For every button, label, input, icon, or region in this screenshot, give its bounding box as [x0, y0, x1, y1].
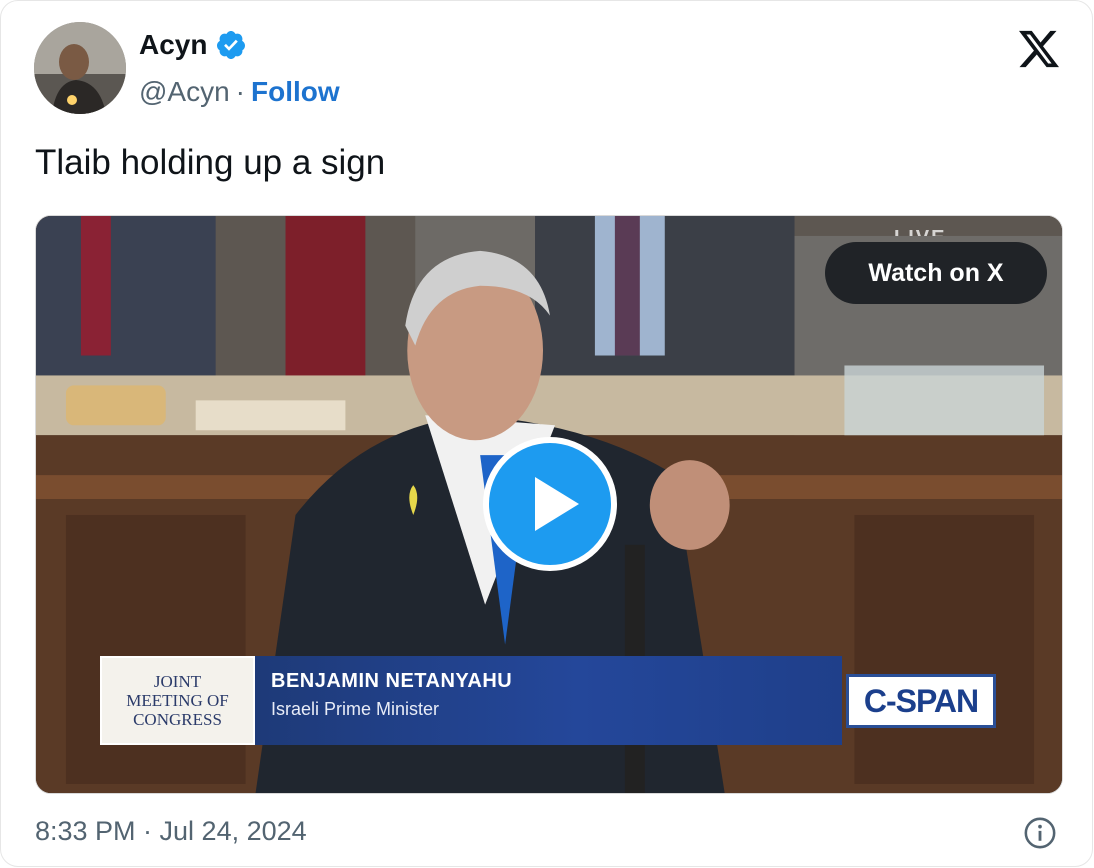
chyron-speaker-title: Israeli Prime Minister [271, 699, 440, 719]
chyron-nameplate: BENJAMIN NETANYAHU Israeli Prime Ministe… [255, 656, 842, 745]
live-badge: LIVE [894, 224, 946, 236]
chyron-event-line: CONGRESS [133, 710, 222, 729]
video-player[interactable]: LIVE Watch on X JOINT MEETING OF CONGRES… [35, 215, 1063, 794]
author-display-name[interactable]: Acyn [139, 29, 207, 61]
x-logo-icon[interactable] [1016, 29, 1062, 69]
tweet-timestamp[interactable]: 8:33 PM · Jul 24, 2024 [35, 816, 307, 847]
avatar-photo [34, 22, 126, 114]
chyron-speaker-name: BENJAMIN NETANYAHU [271, 670, 513, 692]
tweet-text: Tlaib holding up a sign [35, 143, 386, 182]
watch-on-x-button[interactable]: Watch on X [825, 242, 1047, 304]
verified-badge-icon [217, 31, 246, 59]
network-logo: C-SPAN [846, 674, 996, 728]
chyron-event-label: JOINT MEETING OF CONGRESS [100, 656, 255, 745]
tweet-card: Acyn @Acyn · Follow Tlaib holding up a s… [0, 0, 1093, 867]
avatar[interactable] [34, 22, 126, 114]
chyron-event-line: JOINT [153, 672, 202, 691]
separator-dot: · [235, 76, 245, 107]
info-icon[interactable] [1023, 816, 1057, 850]
play-button[interactable] [483, 437, 617, 571]
play-icon [535, 477, 579, 531]
author-name-row: Acyn [139, 29, 247, 61]
author-handle-row: @Acyn · Follow [139, 76, 340, 108]
chyron-event-line: MEETING OF [126, 691, 229, 710]
author-handle[interactable]: @Acyn [139, 76, 230, 108]
follow-link[interactable]: Follow [251, 76, 340, 108]
